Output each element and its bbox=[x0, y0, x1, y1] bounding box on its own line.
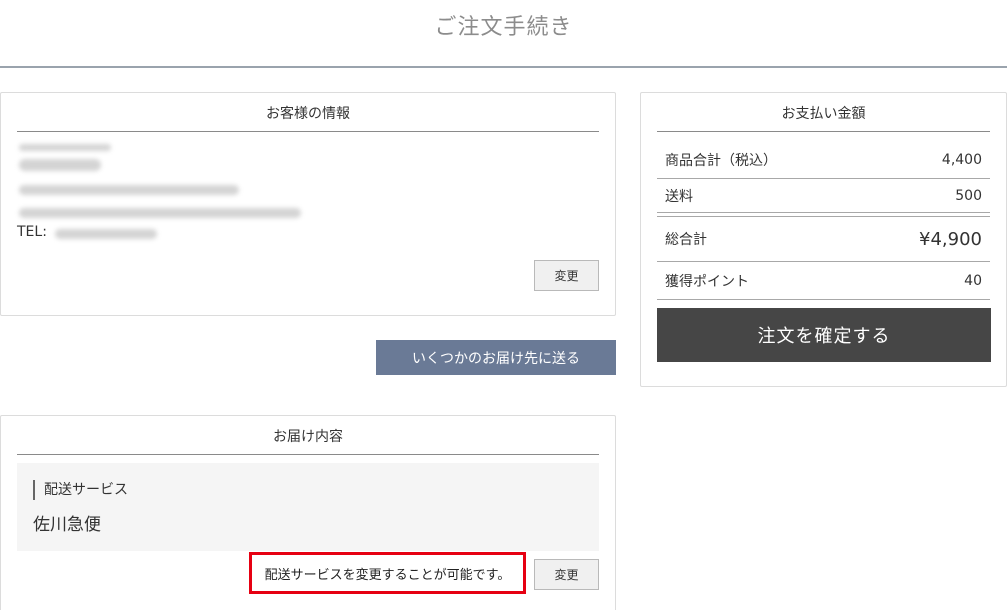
redacted-phone-number bbox=[55, 229, 157, 239]
subtotal-label: 商品合計（税込） bbox=[665, 152, 777, 169]
page-header: ご注文手続き bbox=[0, 0, 1007, 68]
delivery-service-box: 配送サービス 佐川急便 bbox=[17, 463, 599, 551]
total-label: 総合計 bbox=[665, 232, 707, 248]
payment-summary-title: お支払い金額 bbox=[657, 105, 990, 132]
payment-row-subtotal: 商品合計（税込） 4,400 bbox=[657, 141, 990, 179]
redacted-street-address bbox=[19, 208, 301, 218]
total-value: ¥4,900 bbox=[919, 228, 982, 250]
payment-row-points: 獲得ポイント 40 bbox=[657, 262, 990, 300]
shipping-value: 500 bbox=[955, 187, 982, 204]
payment-row-shipping: 送料 500 bbox=[657, 179, 990, 213]
multiple-destinations-button[interactable]: いくつかのお届け先に送る bbox=[376, 340, 616, 375]
redacted-name bbox=[19, 159, 101, 171]
page-title: ご注文手続き bbox=[434, 15, 573, 40]
payment-row-total: 総合計 ¥4,900 bbox=[657, 217, 990, 262]
redacted-postal-address bbox=[19, 185, 239, 195]
delivery-service-value: 佐川急便 bbox=[33, 515, 101, 535]
tel-label: TEL: bbox=[17, 224, 47, 240]
points-value: 40 bbox=[964, 272, 982, 289]
delivery-change-note: 配送サービスを変更することが可能です。 bbox=[249, 552, 526, 594]
subtotal-value: 4,400 bbox=[941, 151, 982, 168]
customer-change-button[interactable]: 変更 bbox=[534, 260, 599, 291]
payment-summary-card: お支払い金額 商品合計（税込） 4,400 送料 500 総合計 ¥4,900 … bbox=[640, 92, 1007, 387]
confirm-order-button[interactable]: 注文を確定する bbox=[657, 308, 991, 362]
delivery-change-button[interactable]: 変更 bbox=[534, 559, 599, 590]
customer-info-title: お客様の情報 bbox=[17, 105, 599, 132]
points-label: 獲得ポイント bbox=[665, 273, 749, 290]
delivery-contents-title: お届け内容 bbox=[17, 428, 599, 455]
delivery-change-note-text: 配送サービスを変更することが可能です。 bbox=[264, 567, 511, 583]
redacted-name-kana bbox=[19, 144, 111, 151]
delivery-service-label: 配送サービス bbox=[33, 480, 128, 500]
order-procedure-page: ご注文手続き お客様の情報 TEL: 変更 いくつかのお届け先に送る お届け内容… bbox=[0, 0, 1007, 610]
shipping-label: 送料 bbox=[665, 188, 693, 205]
customer-info-card: お客様の情報 TEL: 変更 bbox=[0, 92, 616, 316]
